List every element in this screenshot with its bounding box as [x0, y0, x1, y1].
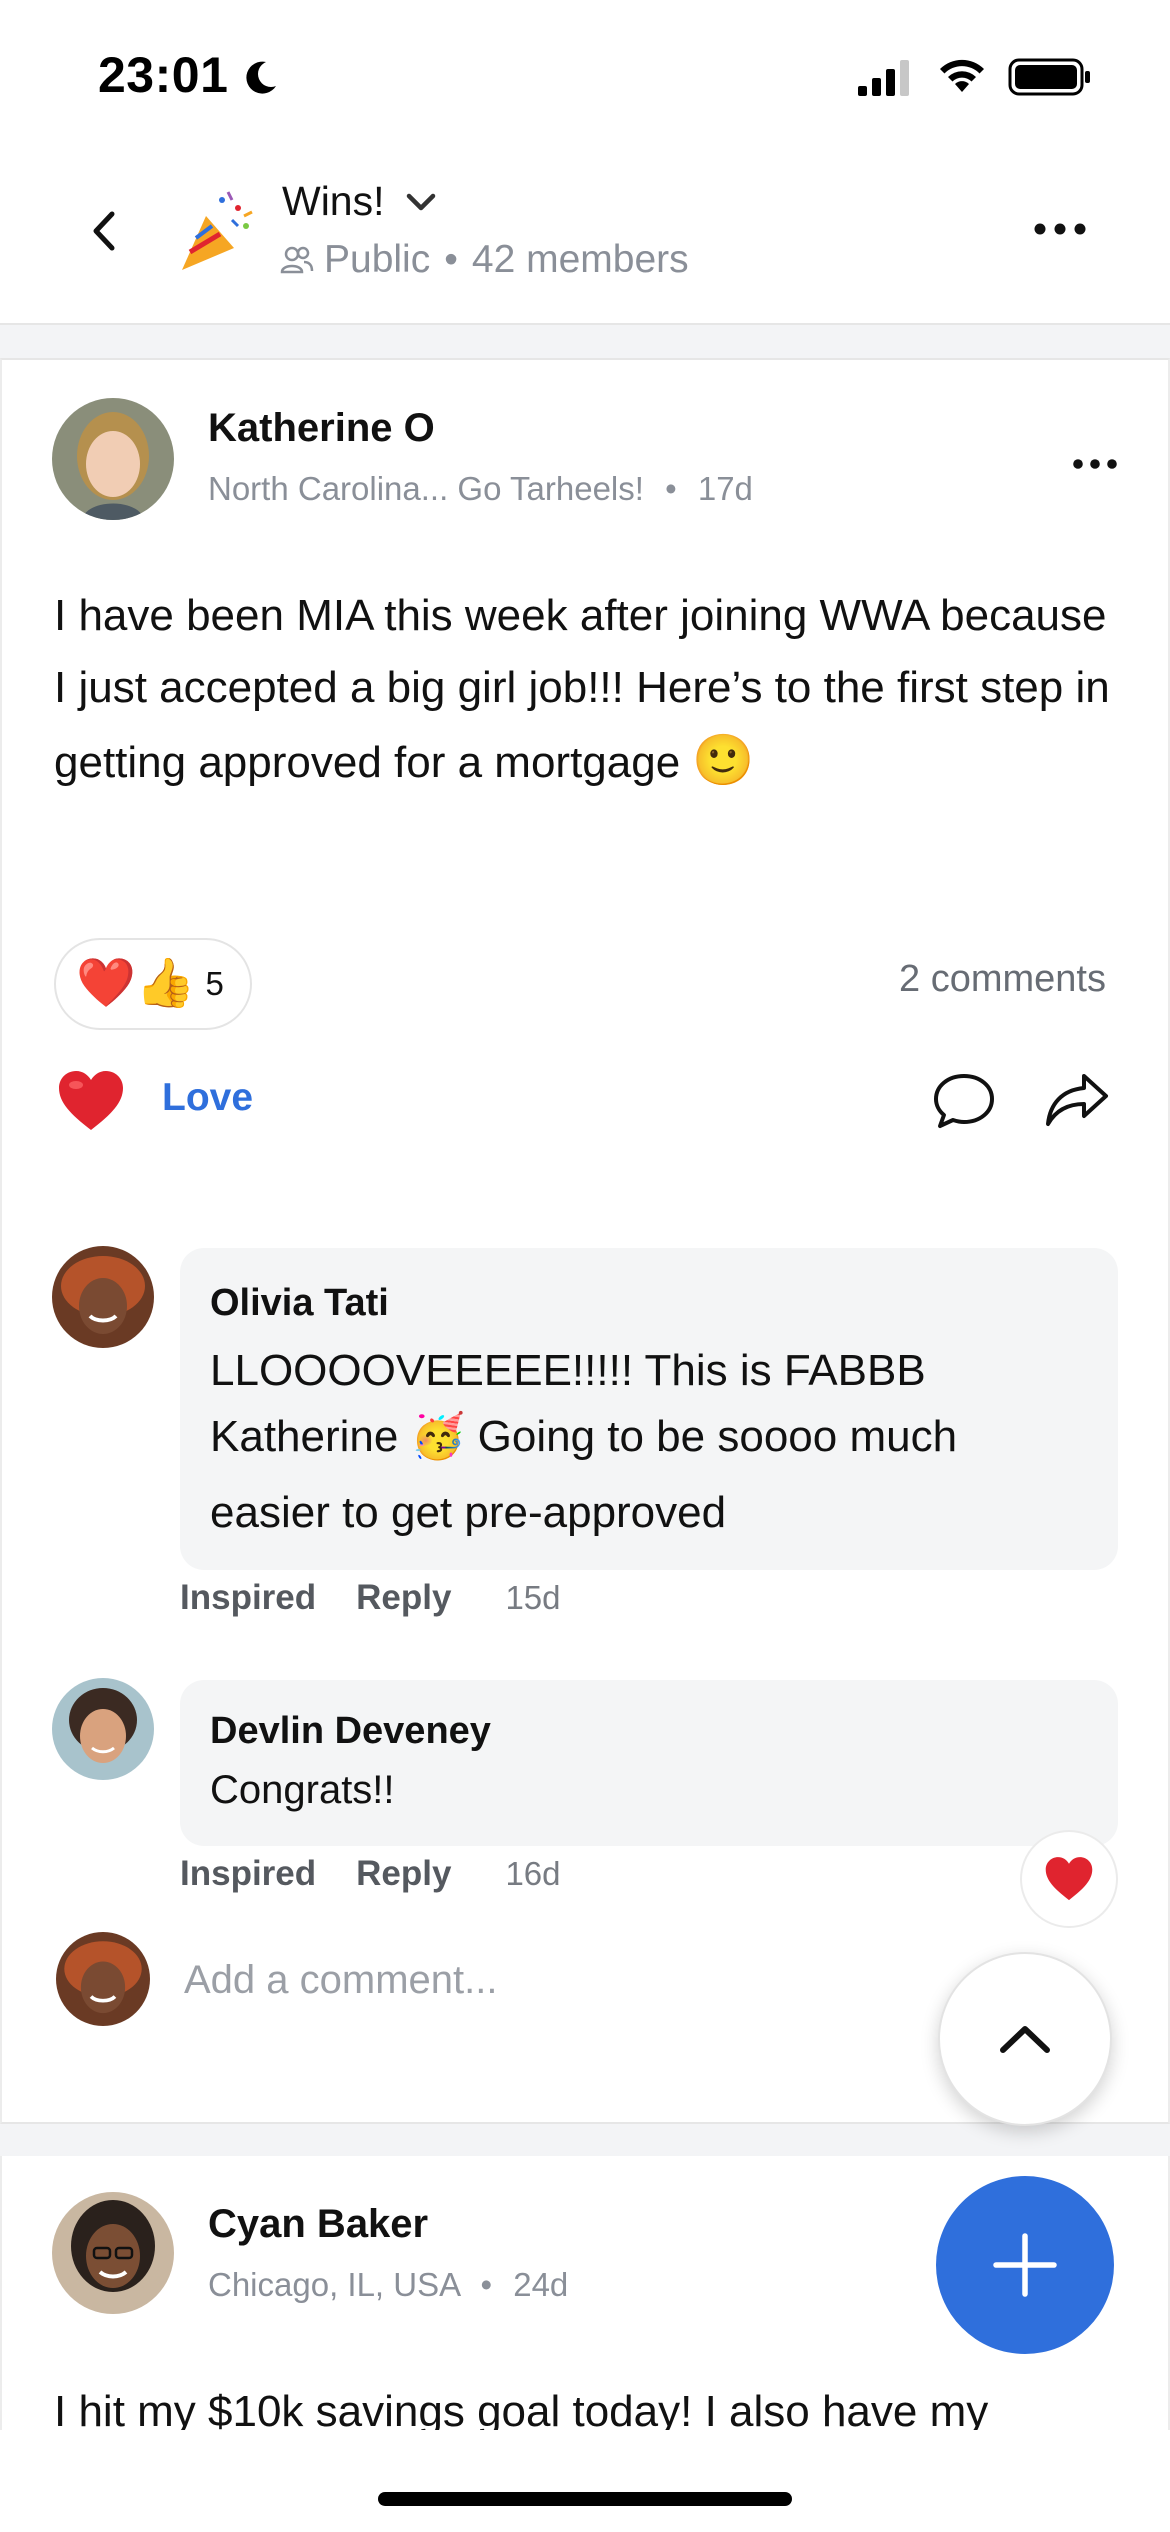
create-post-button[interactable]: [936, 2176, 1114, 2354]
group-name[interactable]: Wins!: [282, 178, 385, 225]
smile-emoji: 🙂: [692, 732, 755, 788]
comment-text: Congrats!!: [210, 1768, 395, 1812]
comment-age: 15d: [505, 1579, 561, 1616]
comment-reaction-badge[interactable]: [1020, 1830, 1118, 1928]
comment-author[interactable]: Devlin Deveney: [210, 1710, 491, 1753]
comment-age: 16d: [505, 1855, 561, 1892]
reply-button[interactable]: Reply: [356, 1578, 451, 1618]
thumbs-up-reaction-icon: 👍: [135, 957, 196, 1010]
feed-divider: [0, 325, 1170, 358]
heart-icon[interactable]: [56, 1068, 126, 1134]
post-meta: Chicago, IL, USA • 24d: [208, 2266, 568, 2304]
comment-text: LLOOOOVEEEEE!!!!! This is FABBB Katherin…: [210, 1338, 1090, 1546]
meta-separator: •: [665, 470, 677, 507]
love-button[interactable]: Love: [162, 1076, 253, 1120]
home-indicator[interactable]: [378, 2492, 792, 2506]
signal-icon: [858, 60, 909, 96]
post-author[interactable]: Cyan Baker: [208, 2202, 428, 2247]
inspired-button[interactable]: Inspired: [180, 1578, 316, 1618]
moon-icon: [246, 61, 276, 94]
wifi-icon: [940, 59, 984, 92]
comment-text-line: LLOOOOVEEEEE!!!!! This is FABBB: [210, 1346, 926, 1395]
group-meta: Public • 42 members: [280, 238, 689, 282]
add-comment-input[interactable]: Add a comment...: [184, 1958, 497, 2003]
status-bar: 23:01: [0, 0, 1170, 150]
more-icon[interactable]: [1070, 454, 1120, 474]
comments-count[interactable]: 2 comments: [899, 958, 1106, 1001]
avatar[interactable]: [52, 1246, 154, 1348]
party-popper-icon: [182, 191, 253, 270]
reaction-count: 5: [205, 965, 224, 1002]
bottom-safe-area: [0, 2430, 1170, 2532]
back-icon[interactable]: [84, 206, 124, 256]
heart-icon: [1045, 1857, 1093, 1901]
comment-actions: Inspired Reply 16d: [180, 1854, 561, 1894]
avatar[interactable]: [52, 2192, 174, 2314]
more-icon[interactable]: [1030, 214, 1090, 244]
post-age: 24d: [513, 2266, 569, 2303]
group-members[interactable]: 42 members: [472, 238, 689, 282]
post-meta: North Carolina... Go Tarheels! • 17d: [208, 470, 753, 508]
comment-text-span: Katherine: [210, 1412, 399, 1461]
post-author[interactable]: Katherine O: [208, 406, 435, 451]
post-age: 17d: [697, 470, 753, 507]
comment-text-span: Going to be soooo much: [477, 1412, 958, 1461]
group-visibility: Public: [324, 238, 431, 281]
plus-icon: [993, 2233, 1057, 2297]
comment-actions: Inspired Reply 15d: [180, 1578, 561, 1618]
avatar[interactable]: [52, 398, 174, 520]
post-body: I have been MIA this week after joining …: [54, 580, 1114, 799]
heart-reaction-icon: ❤️: [76, 957, 136, 1010]
chevron-down-icon[interactable]: [404, 190, 438, 216]
chevron-up-icon: [1000, 2026, 1050, 2053]
status-time: 23:01: [98, 47, 229, 103]
people-icon: [280, 246, 314, 274]
meta-separator: •: [480, 2266, 493, 2303]
party-face-emoji: 🥳: [410, 1412, 466, 1461]
post-body-text: I have been MIA this week after joining …: [54, 591, 1110, 787]
comment-bubble: Olivia Tati LLOOOOVEEEEE!!!!! This is FA…: [180, 1248, 1118, 1570]
scroll-to-top-button[interactable]: [938, 1952, 1112, 2126]
post-location: North Carolina... Go Tarheels!: [208, 470, 644, 507]
comment-bubble: Devlin Deveney Congrats!!: [180, 1680, 1118, 1846]
group-header: Wins! Public • 42 members: [0, 150, 1170, 325]
comment-text-line: Katherine 🥳 Going to be soooo much: [210, 1404, 1090, 1470]
reply-button[interactable]: Reply: [356, 1854, 451, 1894]
reaction-summary[interactable]: ❤️ 👍 5: [54, 938, 252, 1030]
battery-icon: [1008, 58, 1090, 96]
inspired-button[interactable]: Inspired: [180, 1854, 316, 1894]
post-card: Katherine O North Carolina... Go Tarheel…: [0, 358, 1170, 2124]
comment-author[interactable]: Olivia Tati: [210, 1282, 389, 1325]
comment-text-line: easier to get pre-approved: [210, 1488, 727, 1537]
meta-separator: •: [444, 238, 458, 281]
avatar: [56, 1932, 150, 2026]
share-icon[interactable]: [1044, 1070, 1110, 1130]
avatar[interactable]: [52, 1678, 154, 1780]
post-location: Chicago, IL, USA: [208, 2266, 460, 2303]
comment-icon[interactable]: [932, 1070, 996, 1130]
feed-divider: [0, 2124, 1170, 2156]
